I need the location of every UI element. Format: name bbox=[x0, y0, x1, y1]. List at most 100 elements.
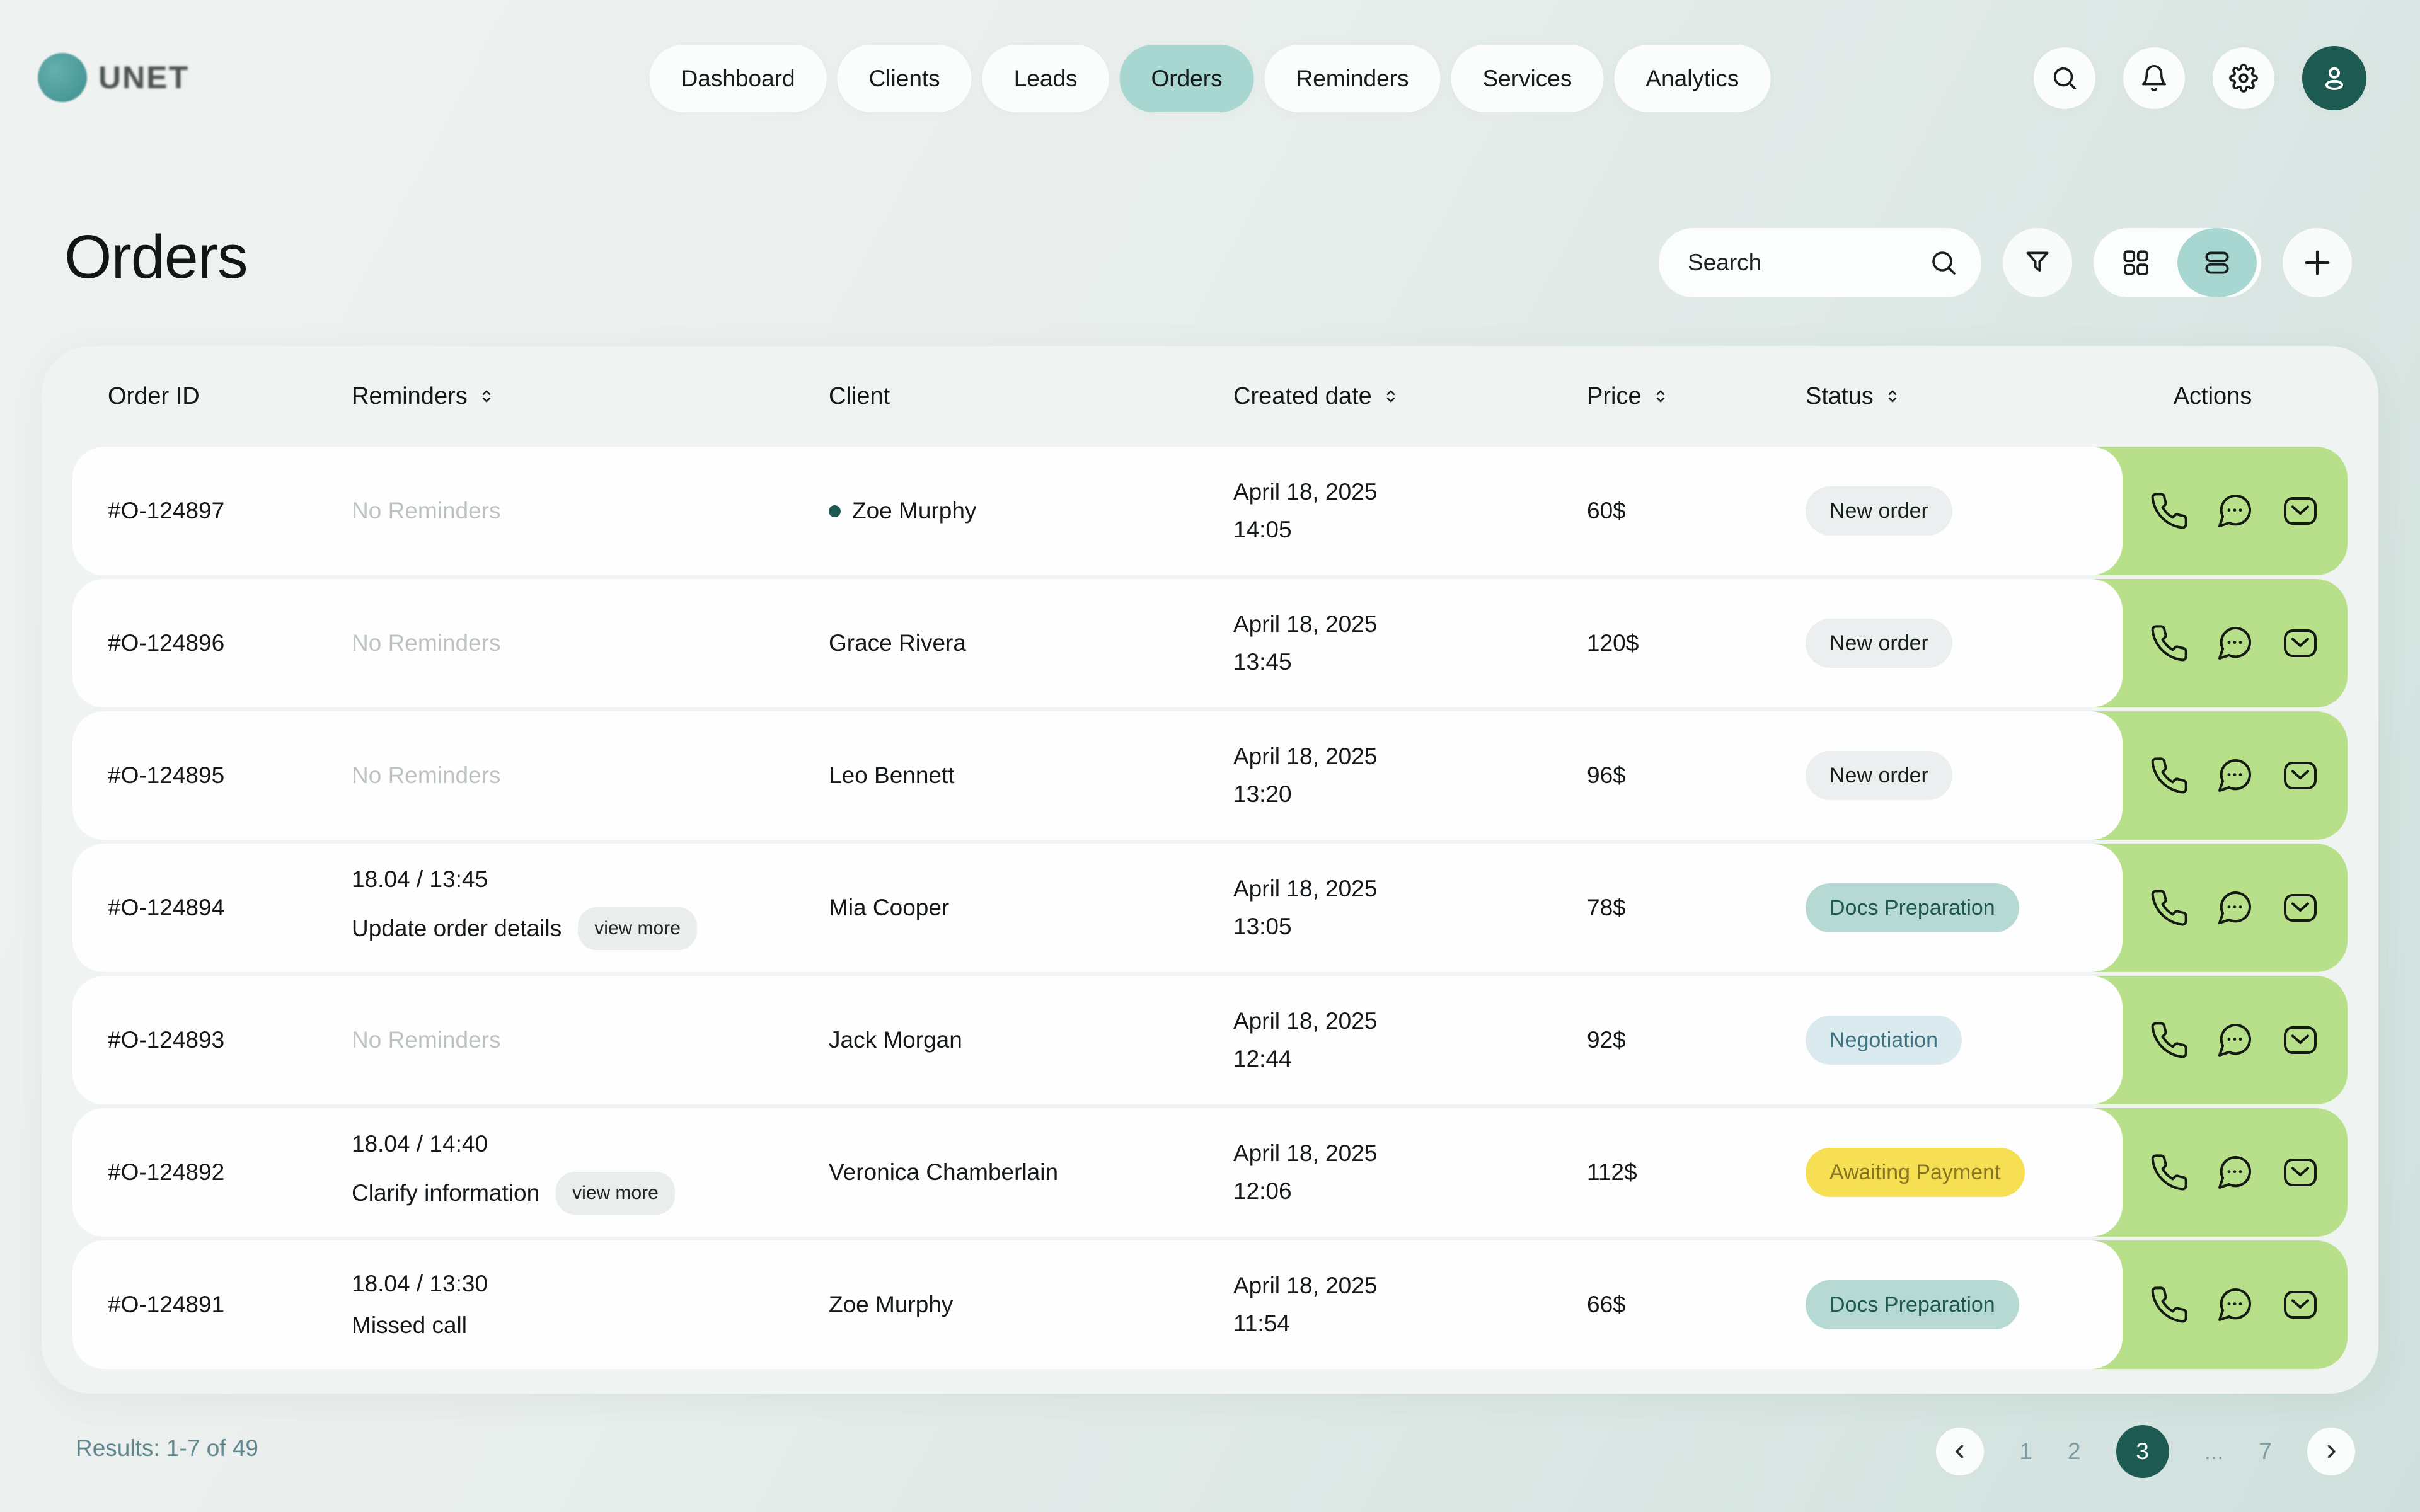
row-actions bbox=[2148, 711, 2321, 840]
nav-item-leads[interactable]: Leads bbox=[982, 45, 1109, 112]
sort-icon[interactable] bbox=[477, 387, 496, 406]
email-button[interactable] bbox=[2279, 490, 2321, 532]
date-text: April 18, 2025 bbox=[1233, 743, 1377, 770]
table-row[interactable]: #O-124894 18.04 / 13:45 Update order det… bbox=[72, 844, 2348, 972]
page-number[interactable]: 2 bbox=[2068, 1438, 2081, 1465]
call-button[interactable] bbox=[2148, 490, 2190, 532]
price-cell: 60$ bbox=[1587, 447, 1626, 575]
table-row[interactable]: #O-124897 No Reminders Zoe Murphy April … bbox=[72, 447, 2348, 575]
sort-icon[interactable] bbox=[1651, 387, 1670, 406]
email-button[interactable] bbox=[2279, 887, 2321, 929]
time-text: 13:20 bbox=[1233, 781, 1292, 808]
table-row[interactable]: #O-124895 No Reminders Leo Bennett April… bbox=[72, 711, 2348, 840]
reminders-cell: No Reminders bbox=[352, 711, 500, 840]
page-number[interactable]: 7 bbox=[2259, 1438, 2272, 1465]
search-button[interactable] bbox=[2034, 47, 2095, 109]
reminders-cell: No Reminders bbox=[352, 579, 500, 707]
date-text: April 18, 2025 bbox=[1233, 1140, 1377, 1167]
mail-icon bbox=[2280, 491, 2320, 531]
prev-page-button[interactable] bbox=[1936, 1428, 1984, 1475]
nav-item-orders[interactable]: Orders bbox=[1120, 45, 1254, 112]
price-cell: 66$ bbox=[1587, 1240, 1626, 1369]
call-button[interactable] bbox=[2148, 1019, 2190, 1061]
date-text: April 18, 2025 bbox=[1233, 1007, 1377, 1035]
time-text: 13:05 bbox=[1233, 913, 1292, 941]
no-reminders-label: No Reminders bbox=[352, 630, 500, 656]
nav-item-services[interactable]: Services bbox=[1451, 45, 1603, 112]
sort-icon[interactable] bbox=[1381, 387, 1400, 406]
next-page-button[interactable] bbox=[2307, 1428, 2355, 1475]
filter-button[interactable] bbox=[2003, 228, 2072, 297]
email-button[interactable] bbox=[2279, 1019, 2321, 1061]
email-button[interactable] bbox=[2279, 755, 2321, 796]
table-row[interactable]: #O-124893 No Reminders Jack Morgan April… bbox=[72, 976, 2348, 1104]
row-actions bbox=[2148, 844, 2321, 972]
search-input[interactable] bbox=[1688, 249, 1927, 276]
col-status: Status bbox=[1806, 346, 1902, 447]
orders-table: Order ID Reminders Client Created date P… bbox=[42, 346, 2378, 1394]
call-button[interactable] bbox=[2148, 755, 2190, 796]
add-order-button[interactable] bbox=[2283, 228, 2352, 297]
status-cell: Docs Preparation bbox=[1806, 844, 2019, 972]
view-more-button[interactable]: view more bbox=[556, 1172, 675, 1215]
nav-item-clients[interactable]: Clients bbox=[838, 45, 972, 112]
no-reminders-label: No Reminders bbox=[352, 1027, 500, 1053]
reminder-time: 18.04 / 13:45 bbox=[352, 866, 488, 893]
status-badge: New order bbox=[1806, 619, 1952, 668]
status-badge: Awaiting Payment bbox=[1806, 1148, 2025, 1197]
row-actions bbox=[2148, 579, 2321, 707]
client-name: Leo Bennett bbox=[829, 762, 955, 789]
chat-button[interactable] bbox=[2214, 887, 2256, 929]
phone-icon bbox=[2149, 1285, 2189, 1325]
created-date-cell: April 18, 2025 13:20 bbox=[1233, 711, 1377, 840]
col-price: Price bbox=[1587, 346, 1670, 447]
chat-button[interactable] bbox=[2214, 622, 2256, 664]
call-button[interactable] bbox=[2148, 1152, 2190, 1193]
status-badge: Negotiation bbox=[1806, 1016, 1962, 1065]
nav-item-dashboard[interactable]: Dashboard bbox=[650, 45, 827, 112]
sort-icon[interactable] bbox=[1883, 387, 1902, 406]
email-button[interactable] bbox=[2279, 1152, 2321, 1193]
chat-button[interactable] bbox=[2214, 1152, 2256, 1193]
page-number[interactable]: 1 bbox=[2019, 1438, 2032, 1465]
nav-item-reminders[interactable]: Reminders bbox=[1265, 45, 1441, 112]
view-more-button[interactable]: view more bbox=[578, 907, 697, 950]
chat-icon bbox=[2215, 888, 2255, 928]
list-view-button[interactable] bbox=[2177, 228, 2257, 297]
status-badge: New order bbox=[1806, 486, 1952, 536]
settings-button[interactable] bbox=[2213, 47, 2274, 109]
grid-view-button[interactable] bbox=[2094, 228, 2177, 297]
chevron-left-icon bbox=[1949, 1441, 1971, 1462]
page-number-active[interactable]: 3 bbox=[2116, 1425, 2169, 1478]
pagination: 1 2 3 ... 7 bbox=[1936, 1425, 2355, 1478]
table-row[interactable]: #O-124896 No Reminders Grace Rivera Apri… bbox=[72, 579, 2348, 707]
chat-button[interactable] bbox=[2214, 490, 2256, 532]
table-row[interactable]: #O-124891 18.04 / 13:30 Missed call Zoe … bbox=[72, 1240, 2348, 1369]
chevron-right-icon bbox=[2320, 1441, 2342, 1462]
phone-icon bbox=[2149, 888, 2189, 928]
created-date-cell: April 18, 202514:05 bbox=[1233, 447, 1377, 575]
reminders-cell: No Reminders bbox=[352, 976, 500, 1104]
date-text: April 18, 2025 bbox=[1233, 478, 1377, 506]
call-button[interactable] bbox=[2148, 1284, 2190, 1326]
profile-button[interactable] bbox=[2302, 46, 2366, 110]
mail-icon bbox=[2280, 1285, 2320, 1325]
email-button[interactable] bbox=[2279, 622, 2321, 664]
reminder-time: 18.04 / 14:40 bbox=[352, 1130, 488, 1158]
chat-button[interactable] bbox=[2214, 1284, 2256, 1326]
call-button[interactable] bbox=[2148, 622, 2190, 664]
notifications-button[interactable] bbox=[2123, 47, 2185, 109]
created-date-cell: April 18, 202511:54 bbox=[1233, 1240, 1377, 1369]
search-icon[interactable] bbox=[1928, 248, 1959, 278]
nav-item-analytics[interactable]: Analytics bbox=[1614, 45, 1770, 112]
search-icon bbox=[2050, 64, 2079, 93]
email-button[interactable] bbox=[2279, 1284, 2321, 1326]
chat-icon bbox=[2215, 1020, 2255, 1060]
table-row[interactable]: #O-124892 18.04 / 14:40 Clarify informat… bbox=[72, 1108, 2348, 1237]
user-icon bbox=[2319, 62, 2350, 94]
chat-button[interactable] bbox=[2214, 755, 2256, 796]
call-button[interactable] bbox=[2148, 887, 2190, 929]
chat-button[interactable] bbox=[2214, 1019, 2256, 1061]
date-text: April 18, 2025 bbox=[1233, 1272, 1377, 1300]
status-badge: Docs Preparation bbox=[1806, 1280, 2019, 1329]
